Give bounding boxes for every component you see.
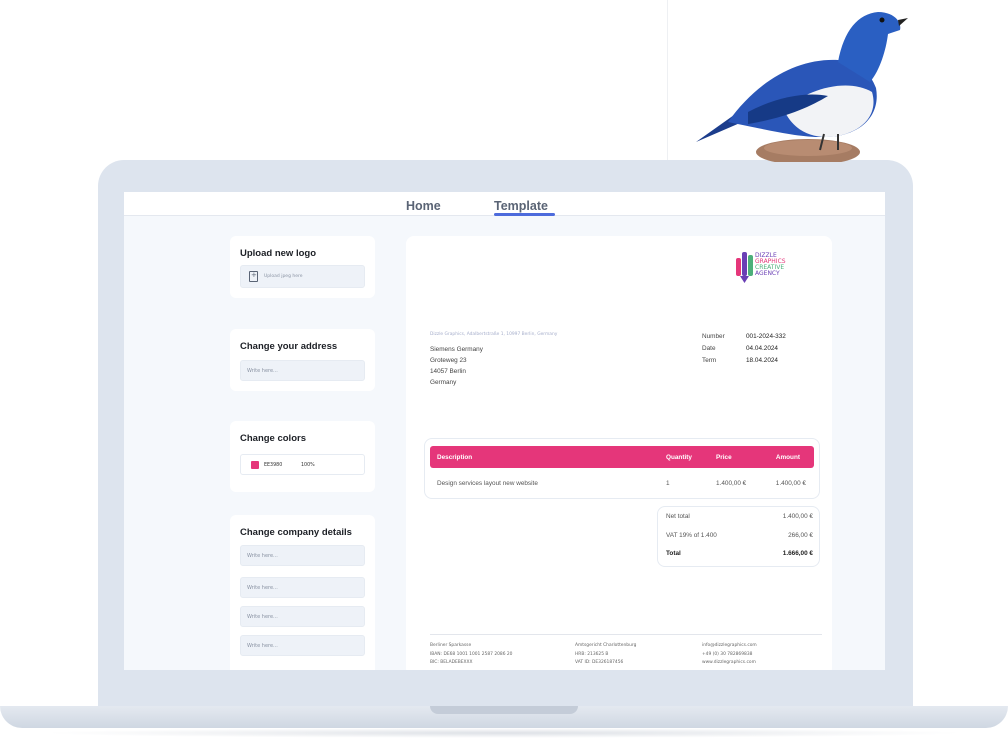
footer-line: Amtsgericht Charlottenburg: [575, 643, 637, 648]
totals-box: Net total 1.400,00 € VAT 19% of 1.400 26…: [657, 506, 820, 567]
background-divider: [667, 0, 668, 160]
invoice-date: 04.04.2024: [746, 345, 778, 352]
vat-value: 266,00 €: [788, 532, 813, 539]
line-items-table: Description Quantity Price Amount Design…: [424, 438, 820, 499]
vat-label: VAT 19% of 1.400: [666, 532, 717, 539]
company-field-3[interactable]: Write here...: [240, 606, 365, 627]
row-description: Design services layout new website: [437, 480, 538, 487]
color-opacity-value: 100%: [301, 463, 315, 468]
footer-contact: info@dizzlegraphics.com +49 (0) 30 78286…: [702, 642, 757, 668]
invoice-number: 001-2024-332: [746, 333, 786, 340]
row-quantity: 1: [666, 480, 670, 487]
footer-line: www.dizzlegraphics.com: [702, 660, 756, 665]
upload-logo-dropzone[interactable]: Upload jpeg here: [240, 265, 365, 288]
colors-title: Change colors: [240, 433, 306, 444]
invoice-term: 18.04.2024: [746, 357, 778, 364]
meta-label: Term: [702, 357, 717, 364]
footer-line: IBAN: DE68 1001 1001 2587 2086 20: [430, 651, 513, 657]
header-price: Price: [716, 454, 732, 461]
invoice-preview: DIZZLE GRAPHICS CREATIVE AGENCY Dizzle G…: [406, 236, 832, 670]
recipient-line: Siemens Germany: [430, 346, 483, 353]
recipient-line: Germany: [430, 379, 457, 386]
app-screen: Home Template Upload new logo Upload jpe…: [124, 192, 885, 670]
net-total-value: 1.400,00 €: [782, 513, 813, 520]
address-panel: Change your address Write here...: [230, 329, 375, 391]
bluebird-illustration: [696, 12, 908, 162]
laptop-shadow: [40, 728, 968, 738]
grand-total-label: Total: [666, 550, 681, 557]
footer-bank: Berliner Sparkasse IBAN: DE68 1001 1001 …: [430, 642, 512, 668]
marketing-stage: Home Template Upload new logo Upload jpe…: [0, 0, 1008, 738]
footer-line: +49 (0) 30 782869838: [702, 651, 753, 657]
company-details-title: Change company details: [240, 527, 352, 538]
company-field-1[interactable]: Write here...: [240, 545, 365, 566]
address-title: Change your address: [240, 341, 338, 352]
row-price: 1.400,00 €: [716, 480, 747, 487]
table-row: Design services layout new website 1 1.4…: [430, 472, 814, 494]
footer-line: Berliner Sparkasse: [430, 643, 472, 648]
nav-home[interactable]: Home: [406, 199, 441, 213]
recipient-line: Groteweg 23: [430, 357, 467, 364]
header-quantity: Quantity: [666, 454, 692, 461]
color-hex-value: EE3980: [264, 463, 283, 468]
company-field-2[interactable]: Write here...: [240, 577, 365, 598]
footer-divider: [430, 634, 822, 635]
invoice-meta: Number 001-2024-332 Date 04.04.2024 Term 18…: [702, 331, 786, 367]
top-navigation: Home Template: [124, 192, 885, 216]
net-total-label: Net total: [666, 513, 690, 520]
recipient-line: 14057 Berlin: [430, 368, 466, 375]
company-field-4[interactable]: Write here...: [240, 635, 365, 656]
color-swatch[interactable]: [251, 461, 259, 469]
upload-hint: Upload jpeg here: [264, 274, 303, 279]
footer-line: info@dizzlegraphics.com: [702, 643, 757, 648]
file-upload-icon: [249, 271, 258, 282]
upload-logo-panel: Upload new logo Upload jpeg here: [230, 236, 375, 298]
nav-template[interactable]: Template: [494, 199, 548, 213]
meta-label: Number: [702, 333, 725, 340]
company-logo: DIZZLE GRAPHICS CREATIVE AGENCY: [736, 252, 786, 283]
header-description: Description: [437, 454, 473, 461]
meta-label: Date: [702, 345, 716, 352]
footer-line: BIC: BELADEBEXXX: [430, 660, 473, 665]
address-input[interactable]: Write here...: [240, 360, 365, 381]
company-details-panel: Change company details Write here... Wri…: [230, 515, 375, 670]
table-header: Description Quantity Price Amount: [430, 446, 814, 468]
active-tab-indicator: [494, 213, 555, 216]
recipient-address: Siemens Germany Groteweg 23 14057 Berlin…: [430, 344, 483, 388]
footer-registry: Amtsgericht Charlottenburg HRB: 213625 B…: [575, 642, 636, 668]
net-total-row: Net total 1.400,00 €: [666, 513, 813, 525]
header-amount: Amount: [775, 454, 800, 461]
color-picker[interactable]: EE3980 100%: [240, 454, 365, 475]
colors-panel: Change colors EE3980 100%: [230, 421, 375, 492]
upload-logo-title: Upload new logo: [240, 248, 316, 259]
grand-total-row: Total 1.666,00 €: [666, 550, 813, 562]
svg-text:AGENCY: AGENCY: [755, 270, 780, 277]
footer-line: VAT ID: DE326187456: [575, 660, 624, 665]
sender-line: Dizzle Graphics, Adalbertstraße 1, 10997…: [430, 332, 558, 337]
row-amount: 1.400,00 €: [775, 480, 806, 487]
grand-total-value: 1.666,00 €: [782, 550, 813, 557]
footer-line: HRB: 213625 B: [575, 651, 609, 657]
laptop-notch: [430, 706, 578, 714]
vat-row: VAT 19% of 1.400 266,00 €: [666, 532, 813, 544]
